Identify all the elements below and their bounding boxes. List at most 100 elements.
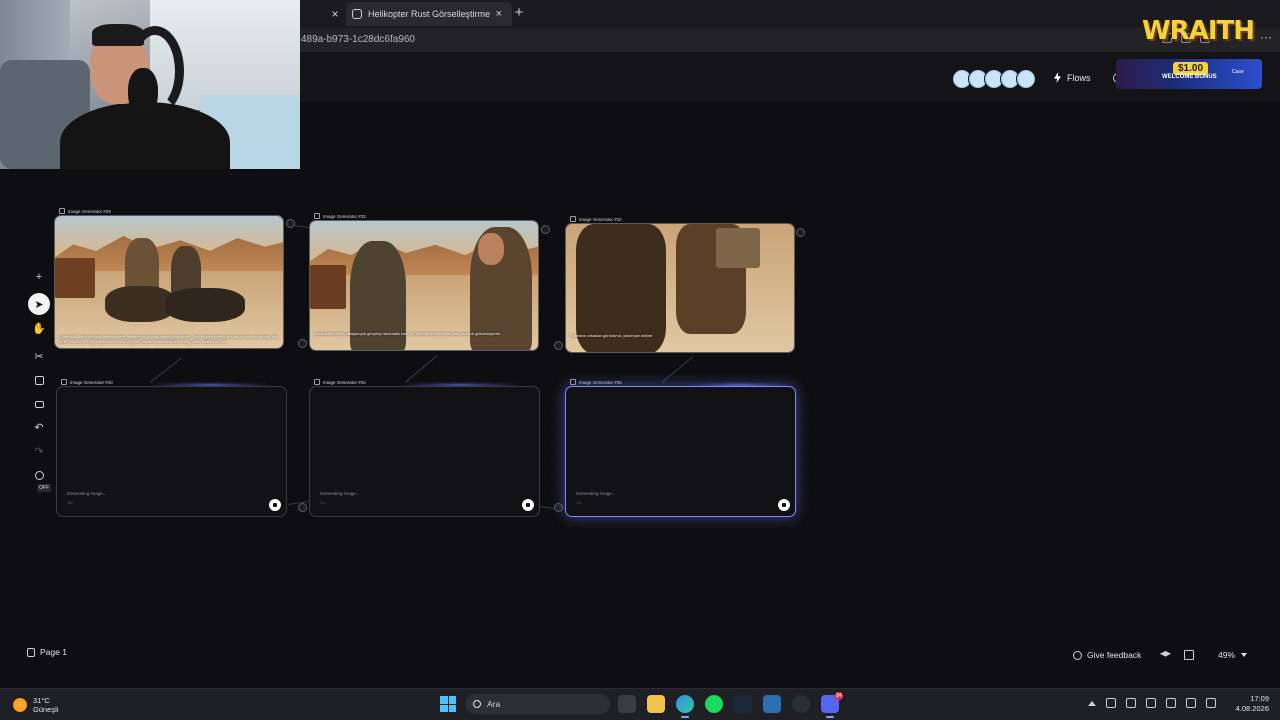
avatar[interactable] [1017,70,1035,88]
stop-button[interactable] [269,499,281,511]
sync-icon[interactable] [1106,698,1116,708]
tab-favicon-icon [352,9,362,19]
generated-image[interactable] [55,216,283,348]
steam-icon[interactable] [734,695,752,713]
task-view-icon[interactable] [618,695,636,713]
discord-icon[interactable]: 84 [821,692,843,718]
input-port[interactable] [554,341,563,350]
collaborator-avatars[interactable] [953,70,1035,88]
temperature: 31°C [33,696,50,705]
add-node-button[interactable]: + [28,266,50,288]
output-port[interactable] [796,228,805,237]
browser-menu-button[interactable]: ··· [1260,30,1272,44]
obs-icon[interactable] [792,695,810,713]
square-icon [34,375,44,385]
generating-status: Generating image... [67,491,107,496]
image-caption: Katırların arkadan görünümü, yükleriyle … [570,333,653,338]
file-explorer-icon[interactable] [647,695,665,713]
network-icon[interactable] [1146,698,1156,708]
input-port[interactable] [554,503,563,512]
generating-status: Generating image... [576,491,616,496]
image-node[interactable]: Karakterlerin tüm detaylarıyla gerçekçi … [309,220,539,351]
search-icon [473,700,481,708]
off-badge[interactable]: OFF [37,484,51,492]
sun-icon [13,698,27,712]
wraith-logo: WRAITH [1142,16,1255,46]
steam-tray-icon[interactable] [1126,698,1136,708]
page-label: Page 1 [40,647,67,657]
taskbar-apps: 84 [618,692,843,718]
system-tray [1088,698,1216,708]
node-title: Image Generator #33 [314,213,366,219]
select-tool-button[interactable]: ➤ [28,293,50,315]
app-icon[interactable] [763,695,781,713]
shape-tool-button[interactable] [28,369,50,391]
input-port[interactable] [298,503,307,512]
clock-date: 4.08.2026 [1235,704,1269,713]
page-selector[interactable]: Page 1 [27,647,67,657]
zoom-level: 49% [1218,650,1236,660]
stop-button[interactable] [778,499,790,511]
lightning-icon [1054,72,1061,83]
node-title: Image Generator #35 [570,379,622,385]
chevron-up-icon[interactable] [1088,700,1096,706]
elapsed-time: 33s [576,501,582,505]
image-node[interactable]: Katırların arkadan görünümü, yükleriyle … [565,223,795,353]
gear-icon [34,470,44,480]
flows-label: Flows [1067,72,1091,83]
display-icon[interactable] [1186,698,1196,708]
node-title: Image Generator #34 [314,379,366,385]
webcam-overlay [0,0,300,169]
edge-icon[interactable] [676,695,694,718]
image-node[interactable]: Cinematic, ultra-realistic desert scene … [54,215,284,349]
output-port[interactable] [541,225,550,234]
settings-button[interactable] [28,464,50,486]
comment-icon [34,400,44,408]
overlay-ad-banner: $1.00 WELCOME BONUS Case [1116,59,1262,89]
tab-title: Helikopter Rust Görselleştirme [368,9,491,19]
flows-button[interactable]: Flows [1054,72,1091,83]
elapsed-time: 41s [320,501,326,505]
generating-node[interactable]: Generating image... 38s [56,386,287,517]
node-title: Image Generator #33 [61,379,113,385]
hand-tool-button[interactable]: ✋ [28,317,50,339]
page-icon [27,647,35,657]
search-placeholder: Ara [487,699,501,709]
address-url[interactable]: 489a-b973-1c28dc6fa960 [301,34,415,45]
tab-close-icon[interactable]: × [496,8,502,20]
node-title: Image Generator #32 [570,216,622,222]
previous-tab-close-icon[interactable]: × [326,2,344,26]
new-tab-button[interactable]: + [511,4,527,24]
stop-button[interactable] [522,499,534,511]
ad-brand: Case [1232,69,1244,75]
volume-icon[interactable] [1206,698,1216,708]
taskbar-search[interactable]: Ara [465,694,610,714]
weather-condition: Güneşli [33,705,59,714]
node-title: Image Generator #29 [59,208,111,214]
taskbar-clock[interactable]: 17:09 4.08.2026 [1231,694,1269,714]
screen: × Helikopter Rust Görselleştirme × + 489… [0,0,1280,720]
undo-button[interactable]: ↶ [28,416,50,438]
ad-text: WELCOME BONUS [1162,74,1217,80]
redo-button[interactable]: ↷ [28,440,50,462]
comment-tool-button[interactable] [28,393,50,415]
give-feedback-button[interactable]: Give feedback [1073,650,1141,660]
image-caption: Karakterlerin tüm detaylarıyla gerçekçi … [314,331,501,336]
generating-node-selected[interactable]: Generating image... 33s [565,386,796,517]
spotify-icon[interactable] [705,695,723,713]
microphone-icon[interactable] [1166,698,1176,708]
zoom-control[interactable]: 49% [1218,650,1248,660]
feedback-icon [1073,650,1082,660]
start-button[interactable] [440,696,456,712]
minimap-icon[interactable] [1184,650,1194,660]
feedback-label: Give feedback [1087,650,1142,660]
generating-node[interactable]: Generating image... 41s [309,386,540,517]
scissors-tool-button[interactable]: ✂ [28,345,50,367]
output-port[interactable] [286,219,295,228]
weather-widget[interactable]: 31°C Güneşli [13,696,58,714]
image-caption: Cinematic, ultra-realistic desert scene … [59,334,278,344]
input-port[interactable] [298,339,307,348]
chevron-down-icon [1241,653,1248,657]
tab-active[interactable]: Helikopter Rust Görselleştirme × [346,2,512,26]
elapsed-time: 38s [67,501,73,505]
